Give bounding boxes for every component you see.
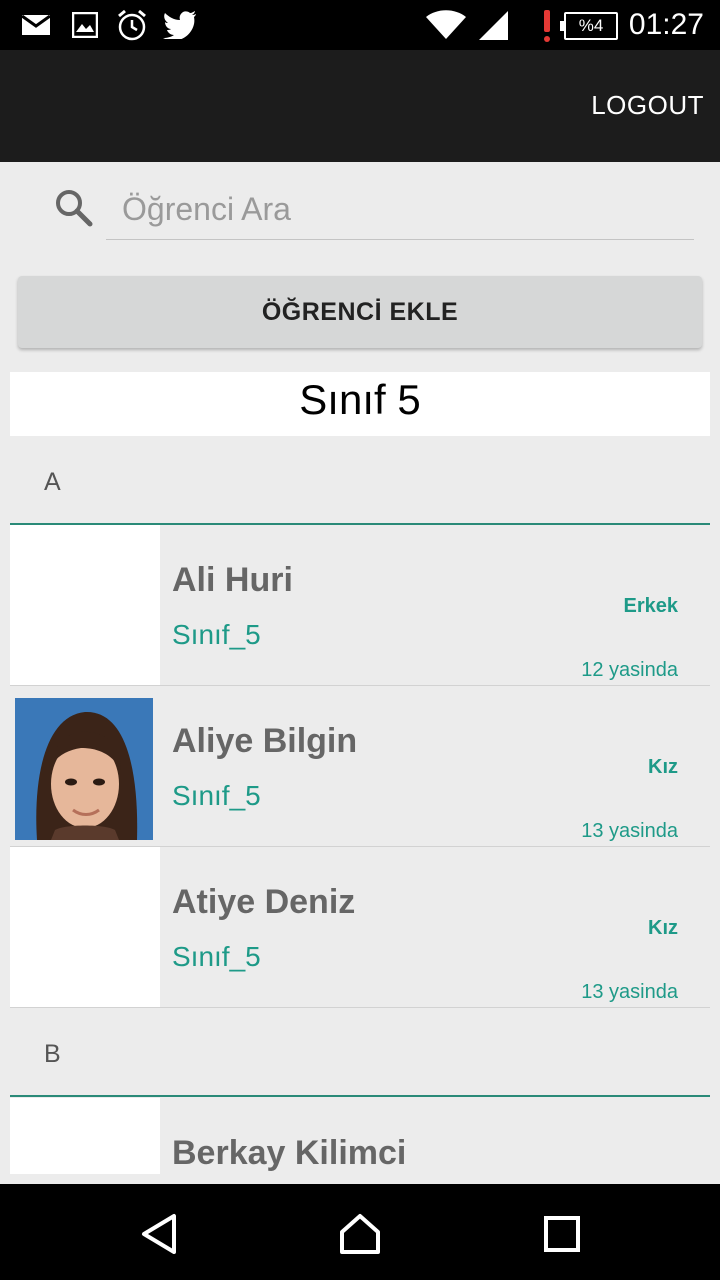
avatar [10,686,160,846]
list-item[interactable]: Aliye Bilgin Sınıf_5 Kız 13 yasinda [10,686,710,847]
student-gender: Kız [648,756,678,778]
recents-icon[interactable] [540,1212,584,1256]
list-item[interactable]: Berkay Kilimci [10,1098,710,1184]
list-item[interactable]: Ali Huri Sınıf_5 Erkek 12 yasinda [10,525,710,686]
alert-icon [544,10,550,42]
navigation-bar [0,1184,720,1280]
list-item[interactable]: Atiye Deniz Sınıf_5 Kız 13 yasinda [10,847,710,1008]
twitter-icon [162,10,198,40]
student-class: Sınıf_5 [172,941,261,972]
student-name: Berkay Kilimci [172,1134,407,1172]
search-icon [54,188,94,228]
add-student-button[interactable]: ÖĞRENCİ EKLE [18,276,702,348]
avatar [10,847,160,1007]
search-input[interactable] [106,180,694,240]
battery-indicator: %4 [560,12,618,40]
logout-button[interactable]: LOGOUT [591,90,704,121]
back-icon[interactable] [138,1212,182,1256]
section-divider [10,1095,710,1097]
image-icon [70,10,100,40]
student-age: 12 yasinda [581,659,678,681]
student-name: Atiye Deniz [172,883,356,921]
section-header-b: B [44,1040,61,1068]
signal-icon [476,10,510,40]
student-name: Ali Huri [172,561,293,599]
wifi-icon [424,10,468,40]
student-gender: Erkek [623,595,679,617]
main-content: ÖĞRENCİ EKLE Sınıf 5 A Ali Huri Sınıf_5 … [0,162,720,1184]
clock: 01:27 [628,8,704,41]
student-age: 13 yasinda [581,981,678,1003]
status-bar: %4 01:27 [0,0,720,50]
app-toolbar: LOGOUT [0,50,720,162]
student-photo [15,698,153,840]
alarm-icon [114,9,150,41]
student-age: 13 yasinda [581,820,678,842]
avatar [10,1098,160,1174]
student-name: Aliye Bilgin [172,722,358,760]
section-header-a: A [44,468,61,496]
student-class: Sınıf_5 [172,780,261,811]
class-title: Sınıf 5 [10,372,710,436]
home-icon[interactable] [338,1212,382,1256]
student-class: Sınıf_5 [172,619,261,650]
avatar [10,525,160,685]
student-gender: Kız [648,917,678,939]
mail-icon [20,10,52,40]
